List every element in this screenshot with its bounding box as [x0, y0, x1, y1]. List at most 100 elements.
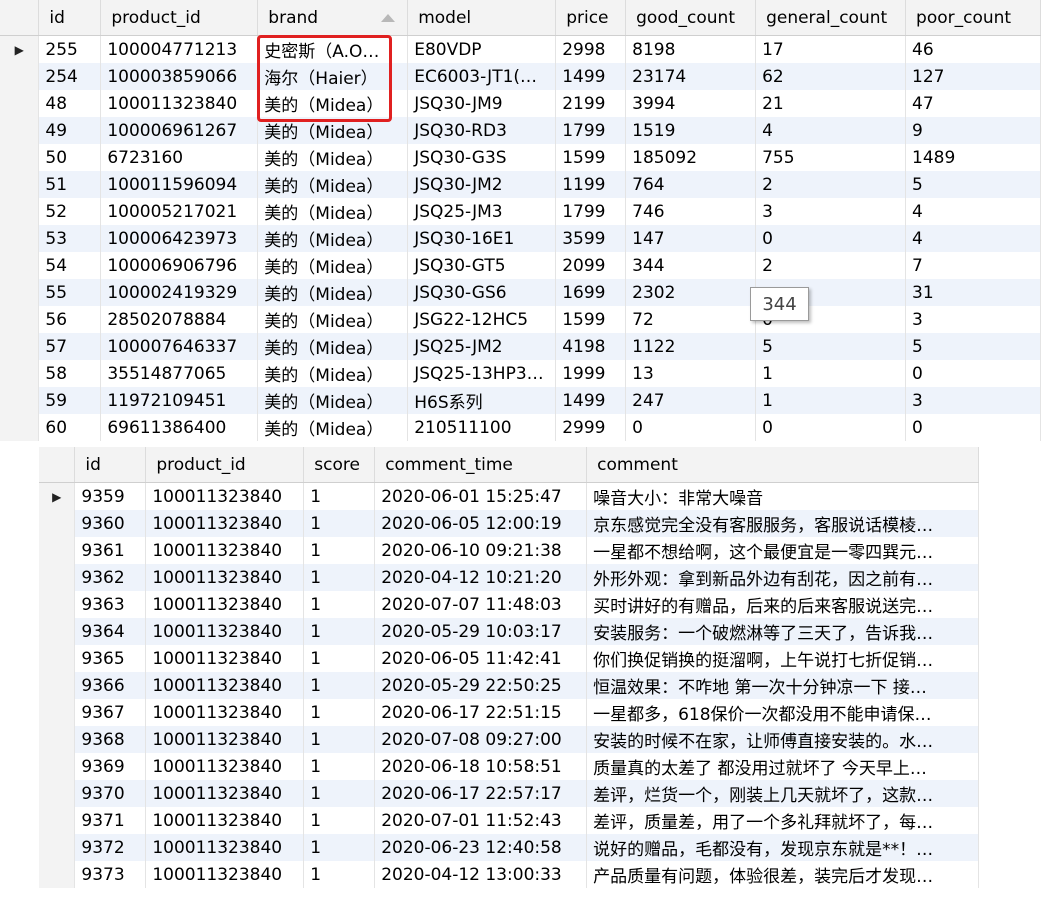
column-header-comment-time[interactable]: comment_time	[374, 447, 588, 483]
cell-product-id[interactable]: 100011323840	[145, 672, 305, 699]
column-header-poor-count[interactable]: poor_count	[905, 0, 1041, 36]
cell-score[interactable]: 1	[303, 618, 376, 645]
row-pointer-icon[interactable]: ▶	[0, 35, 40, 63]
cell-price[interactable]: 1999	[555, 360, 627, 387]
cell-id[interactable]: 9372	[74, 834, 147, 861]
cell-good-count[interactable]: 344	[625, 252, 757, 279]
table-row[interactable]: 9367 100011323840 1 2020-06-17 22:51:15 一星都多…	[39, 699, 979, 726]
cell-poor-count[interactable]: 3	[905, 387, 1041, 414]
cell-poor-count[interactable]: 47	[905, 90, 1041, 117]
cell-comment[interactable]: 一星都不想给啊，这个最便宜是一零四巽元…	[586, 537, 979, 564]
cell-good-count[interactable]: 746	[625, 198, 757, 225]
row-indicator[interactable]	[39, 672, 76, 699]
cell-id[interactable]: 51	[38, 171, 102, 198]
row-indicator[interactable]	[0, 117, 40, 144]
cell-id[interactable]: 9359	[74, 482, 147, 510]
row-indicator[interactable]	[39, 537, 76, 564]
cell-price[interactable]: 1499	[555, 387, 627, 414]
cell-good-count[interactable]: 13	[625, 360, 757, 387]
row-indicator[interactable]	[0, 279, 40, 306]
cell-model[interactable]: JSQ30-RD3	[407, 117, 557, 144]
cell-model[interactable]: EC6003-JT1(…	[407, 63, 557, 90]
cell-brand[interactable]: 美的（Midea）	[257, 360, 409, 387]
cell-general-count[interactable]: 1	[755, 387, 907, 414]
cell-product-id[interactable]: 100005217021	[100, 198, 259, 225]
cell-poor-count[interactable]: 5	[905, 171, 1041, 198]
table-row[interactable]: 9361 100011323840 1 2020-06-10 09:21:38 一星都不…	[39, 537, 979, 564]
cell-brand[interactable]: 美的（Midea）	[257, 90, 409, 117]
cell-general-count[interactable]: 755	[755, 144, 907, 171]
cell-id[interactable]: 56	[38, 306, 102, 333]
column-header-id[interactable]: id	[38, 0, 102, 36]
row-indicator[interactable]	[0, 171, 40, 198]
row-pointer-icon[interactable]: ▶	[39, 482, 76, 510]
cell-product-id[interactable]: 100011323840	[145, 699, 305, 726]
cell-poor-count[interactable]: 5	[905, 333, 1041, 360]
cell-general-count[interactable]: 4	[755, 117, 907, 144]
cell-comment[interactable]: 恒温效果：不咋地 第一次十分钟凉一下 接…	[586, 672, 979, 699]
cell-comment-time[interactable]: 2020-04-12 10:21:20	[374, 564, 588, 591]
cell-comment[interactable]: 买时讲好的有赠品，后来的后来客服说送完…	[586, 591, 979, 618]
cell-product-id[interactable]: 35514877065	[100, 360, 259, 387]
cell-id[interactable]: 9360	[74, 510, 147, 537]
cell-general-count[interactable]: 1	[755, 360, 907, 387]
cell-product-id[interactable]: 100006423973	[100, 225, 259, 252]
cell-id[interactable]: 48	[38, 90, 102, 117]
row-indicator[interactable]	[39, 780, 76, 807]
cell-brand[interactable]: 美的（Midea）	[257, 279, 409, 306]
cell-score[interactable]: 1	[303, 753, 376, 780]
cell-comment-time[interactable]: 2020-04-12 13:00:33	[374, 861, 588, 888]
cell-comment[interactable]: 你们换促销换的挺溜啊，上午说打七折促销…	[586, 645, 979, 672]
row-indicator[interactable]	[0, 360, 40, 387]
row-indicator[interactable]	[39, 807, 76, 834]
cell-id[interactable]: 9369	[74, 753, 147, 780]
table-row[interactable]: 53 100006423973 美的（Midea） JSQ30-16E1 3599 147…	[0, 225, 1041, 252]
cell-id[interactable]: 9362	[74, 564, 147, 591]
cell-price[interactable]: 1599	[555, 306, 627, 333]
cell-model[interactable]: JSQ30-16E1	[407, 225, 557, 252]
cell-brand[interactable]: 海尔（Haier）	[257, 63, 409, 90]
cell-score[interactable]: 1	[303, 564, 376, 591]
cell-good-count[interactable]: 247	[625, 387, 757, 414]
row-indicator[interactable]	[39, 726, 76, 753]
cell-brand[interactable]: 史密斯（A.O…	[257, 35, 409, 63]
cell-comment-time[interactable]: 2020-06-05 12:00:19	[374, 510, 588, 537]
cell-comment-time[interactable]: 2020-05-29 22:50:25	[374, 672, 588, 699]
cell-model[interactable]: JSG22-12HC5	[407, 306, 557, 333]
cell-score[interactable]: 1	[303, 510, 376, 537]
products-grid[interactable]: id product_id brand model price good_cou…	[0, 0, 1041, 450]
cell-score[interactable]: 1	[303, 672, 376, 699]
cell-product-id[interactable]: 6723160	[100, 144, 259, 171]
cell-good-count[interactable]: 1122	[625, 333, 757, 360]
cell-brand[interactable]: 美的（Midea）	[257, 306, 409, 333]
column-header-model[interactable]: model	[407, 0, 557, 36]
table-row[interactable]: 9370 100011323840 1 2020-06-17 22:57:17 差评，烂…	[39, 780, 979, 807]
row-indicator[interactable]	[39, 699, 76, 726]
row-indicator[interactable]	[39, 834, 76, 861]
cell-product-id[interactable]: 100011323840	[145, 726, 305, 753]
column-header-product-id[interactable]: product_id	[100, 0, 259, 36]
cell-id[interactable]: 52	[38, 198, 102, 225]
cell-product-id[interactable]: 100011323840	[145, 645, 305, 672]
cell-good-count[interactable]: 185092	[625, 144, 757, 171]
table-row[interactable]: 59 11972109451 美的（Midea） H6S系列 1499 247 1 3	[0, 387, 1041, 414]
table-row[interactable]: 49 100006961267 美的（Midea） JSQ30-RD3 1799 1519…	[0, 117, 1041, 144]
cell-product-id[interactable]: 100011323840	[145, 537, 305, 564]
row-indicator[interactable]	[0, 387, 40, 414]
cell-poor-count[interactable]: 127	[905, 63, 1041, 90]
cell-comment[interactable]: 一星都多，618保价一次都没用不能申请保…	[586, 699, 979, 726]
column-header-brand[interactable]: brand	[257, 0, 409, 36]
cell-good-count[interactable]: 0	[625, 414, 757, 441]
cell-product-id[interactable]: 100011323840	[145, 564, 305, 591]
cell-id[interactable]: 59	[38, 387, 102, 414]
cell-brand[interactable]: 美的（Midea）	[257, 171, 409, 198]
table-row[interactable]: 9360 100011323840 1 2020-06-05 12:00:19 京东感觉…	[39, 510, 979, 537]
row-indicator[interactable]	[39, 564, 76, 591]
cell-poor-count[interactable]: 46	[905, 35, 1041, 63]
cell-comment[interactable]: 安装的时候不在家，让师傅直接安装的。水…	[586, 726, 979, 753]
row-indicator[interactable]	[0, 225, 40, 252]
cell-price[interactable]: 1799	[555, 117, 627, 144]
cell-comment-time[interactable]: 2020-07-01 11:52:43	[374, 807, 588, 834]
row-indicator[interactable]	[39, 510, 76, 537]
cell-general-count[interactable]: 62	[755, 63, 907, 90]
